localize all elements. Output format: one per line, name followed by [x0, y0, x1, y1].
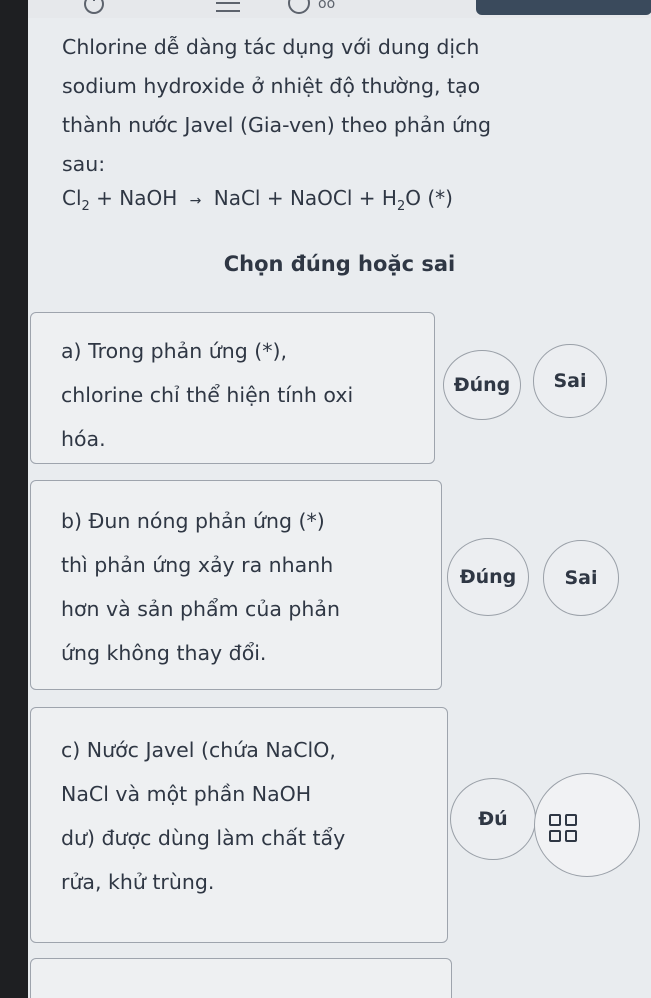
statement-line: hơn và sản phẩm của phản [61, 597, 340, 621]
question-line: sodium hydroxide ở nhiệt độ thường, tạo [62, 74, 481, 98]
true-button-a[interactable]: Đúng [443, 350, 521, 420]
clock-icon[interactable] [288, 0, 310, 14]
top-action-button[interactable] [476, 0, 651, 15]
question-line: Chlorine dễ dàng tác dụng với dung dịch [62, 35, 480, 59]
question-line: sau: [62, 152, 106, 176]
false-button-a[interactable]: Sai [533, 344, 607, 418]
grid-icon[interactable] [549, 814, 581, 846]
statement-card-b: b) Đun nóng phản ứng (*) thì phản ứng xả… [30, 480, 442, 690]
statement-line: dư) được dùng làm chất tẩy [61, 826, 346, 850]
statement-line: thì phản ứng xảy ra nhanh [61, 553, 334, 577]
statement-card-a: a) Trong phản ứng (*), chlorine chỉ thể … [30, 312, 435, 464]
statement-text: a) Trong phản ứng (*), chlorine chỉ thể … [61, 329, 353, 461]
menu-icon[interactable] [216, 2, 240, 12]
equation-naoh: + NaOH [96, 186, 178, 210]
power-icon[interactable] [84, 0, 104, 14]
reaction-arrow: → [189, 193, 202, 209]
statement-line: NaCl và một phần NaOH [61, 782, 312, 806]
statement-line: chlorine chỉ thể hiện tính oxi [61, 383, 354, 407]
equation-subscript: 2 [81, 199, 90, 214]
question-text: Chlorine dễ dàng tác dụng với dung dịch … [62, 28, 592, 184]
statement-card-d [30, 958, 452, 998]
statement-line: a) Trong phản ứng (*), [61, 339, 287, 363]
false-button-b[interactable]: Sai [543, 540, 619, 616]
equation-cl: Cl [62, 186, 82, 210]
chemical-equation: Cl2 + NaOH → NaCl + NaOCl + H2O (*) [62, 186, 453, 214]
statement-line: b) Đun nóng phản ứng (*) [61, 509, 325, 533]
true-button-b[interactable]: Đúng [447, 538, 529, 616]
top-toolbar: oo [28, 0, 651, 18]
more-icon: oo [318, 0, 336, 12]
statement-card-c: c) Nước Javel (chứa NaClO, NaCl và một p… [30, 707, 448, 943]
statement-line: c) Nước Javel (chứa NaClO, [61, 738, 336, 762]
equation-subscript: 2 [396, 199, 406, 214]
statement-line: rửa, khử trùng. [61, 870, 215, 894]
equation-products: NaCl + NaOCl + H [213, 186, 397, 210]
statement-text: c) Nước Javel (chứa NaClO, NaCl và một p… [61, 728, 345, 904]
device-bezel [0, 0, 28, 998]
equation-tail: O (*) [405, 186, 453, 210]
true-button-c[interactable]: Đú [450, 778, 536, 860]
statement-text: b) Đun nóng phản ứng (*) thì phản ứng xả… [61, 499, 340, 675]
statement-line: ứng không thay đổi. [61, 641, 267, 665]
instruction-heading: Chọn đúng hoặc sai [223, 252, 456, 276]
statement-line: hóa. [61, 427, 106, 451]
question-line: thành nước Javel (Gia-ven) theo phản ứng [62, 113, 491, 137]
